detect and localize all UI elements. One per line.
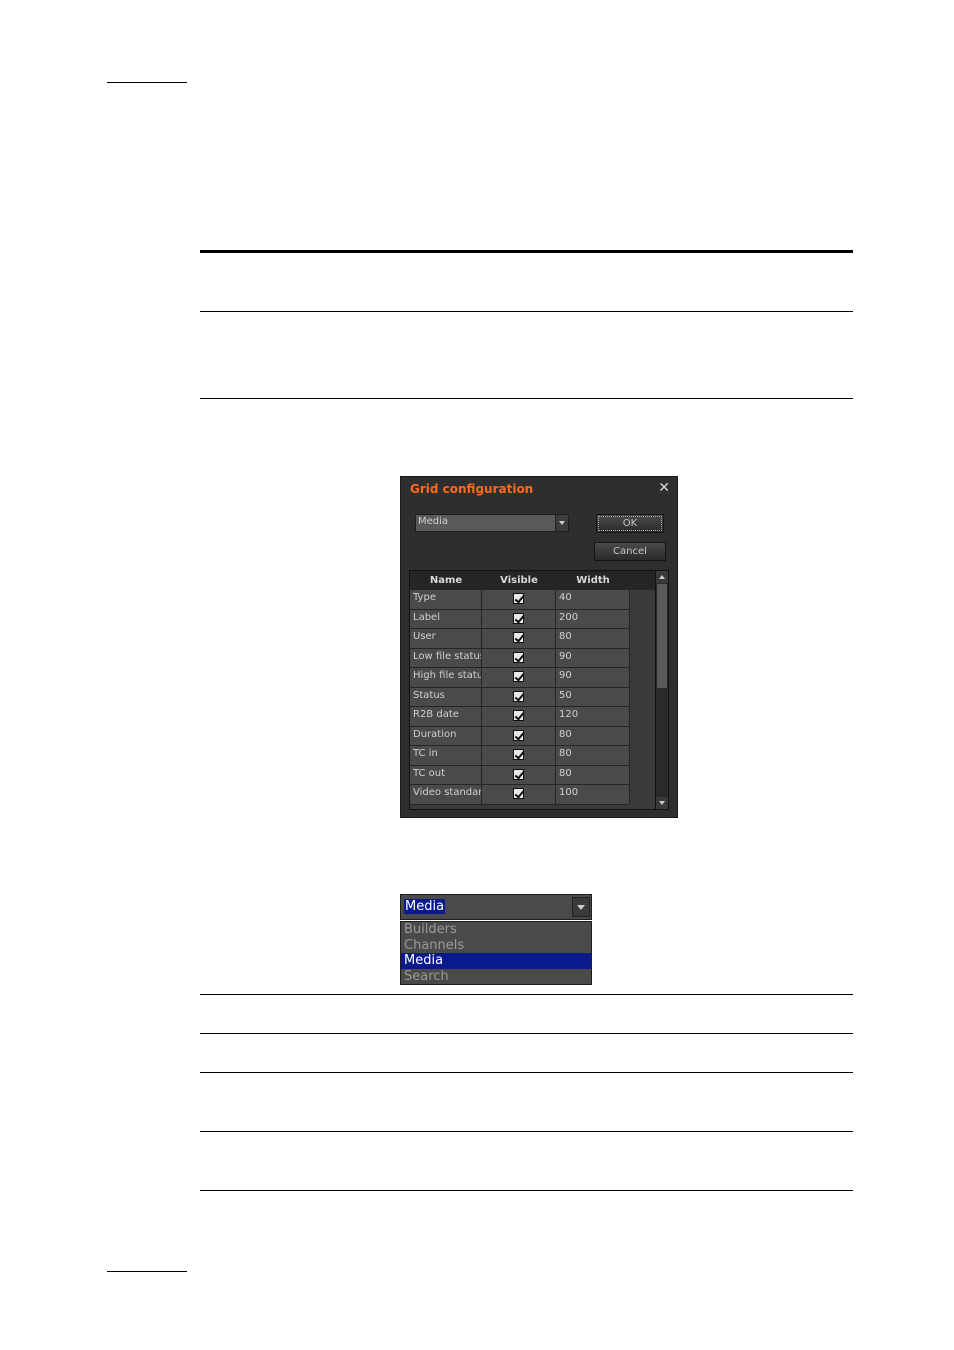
table-rule [200, 398, 853, 399]
table-row[interactable]: High file status 90 [410, 668, 630, 688]
row-width[interactable]: 100 [556, 785, 630, 804]
table-row[interactable]: Label 200 [410, 609, 630, 629]
row-name: Type [410, 590, 482, 609]
table-row[interactable]: Duration 80 [410, 726, 630, 746]
dialog-title: Grid configuration [410, 482, 534, 496]
combo-option[interactable]: Search [401, 969, 591, 985]
close-icon[interactable]: ✕ [658, 480, 670, 496]
row-visible-cell [482, 707, 556, 726]
scroll-down-icon[interactable] [656, 797, 668, 809]
grid-header: Name Visible Width [410, 571, 657, 590]
header-rule [107, 82, 187, 83]
scroll-up-icon[interactable] [656, 571, 668, 583]
row-visible-cell [482, 668, 556, 687]
row-width[interactable]: 90 [556, 668, 630, 687]
column-grid: Name Visible Width Type 40 Label 200 User 80 L… [409, 570, 669, 810]
footer-rule [107, 1271, 187, 1272]
table-row[interactable]: TC out 80 [410, 765, 630, 785]
row-name: Video standard [410, 785, 482, 804]
row-width[interactable]: 50 [556, 687, 630, 706]
table-row[interactable]: Low file status 90 [410, 648, 630, 668]
row-visible-cell [482, 648, 556, 667]
table-row[interactable]: TC in 80 [410, 746, 630, 766]
table-rule [200, 994, 853, 995]
column-header-width[interactable]: Width [556, 575, 630, 586]
row-name: TC in [410, 746, 482, 765]
table-rule [200, 1072, 853, 1073]
visible-checkbox[interactable] [513, 749, 524, 760]
visible-checkbox[interactable] [513, 788, 524, 799]
row-width[interactable]: 80 [556, 765, 630, 784]
row-name: Label [410, 609, 482, 628]
row-name: TC out [410, 765, 482, 784]
row-name: Duration [410, 726, 482, 745]
row-visible-cell [482, 687, 556, 706]
visible-checkbox[interactable] [513, 632, 524, 643]
grid-configuration-dialog: Grid configuration ✕ Media OK Cancel Nam… [400, 476, 678, 818]
combo-option[interactable]: Media [401, 953, 591, 969]
chevron-down-icon[interactable] [572, 897, 590, 917]
visible-checkbox[interactable] [513, 710, 524, 721]
row-width[interactable]: 80 [556, 629, 630, 648]
combo-option[interactable]: Builders [401, 922, 591, 938]
table-row[interactable]: Type 40 [410, 590, 630, 610]
row-visible-cell [482, 765, 556, 784]
row-width[interactable]: 40 [556, 590, 630, 609]
table-top-rule [200, 250, 853, 253]
table-row[interactable]: Status 50 [410, 687, 630, 707]
visible-checkbox[interactable] [513, 729, 524, 741]
row-width[interactable]: 90 [556, 648, 630, 667]
scroll-thumb[interactable] [657, 584, 667, 688]
visible-checkbox[interactable] [513, 690, 524, 702]
table-row[interactable]: Video standard 100 [410, 785, 630, 805]
ok-button[interactable]: OK [596, 514, 664, 533]
grid-rows: Type 40 Label 200 User 80 Low file status 90 Hig… [410, 590, 630, 805]
grid-scrollbar[interactable] [655, 571, 668, 809]
row-width[interactable]: 80 [556, 726, 630, 745]
profile-select-value: Media [418, 516, 449, 527]
profile-combo[interactable]: Media [400, 894, 592, 920]
row-name: User [410, 629, 482, 648]
row-width[interactable]: 200 [556, 609, 630, 628]
cancel-button[interactable]: Cancel [594, 542, 666, 561]
row-name: High file status [410, 668, 482, 687]
combo-option[interactable]: Channels [401, 938, 591, 954]
row-visible-cell [482, 785, 556, 804]
visible-checkbox[interactable] [513, 651, 524, 663]
chevron-down-icon[interactable] [555, 515, 568, 531]
table-rule [200, 311, 853, 312]
table-rule [200, 1190, 853, 1191]
row-width[interactable]: 80 [556, 746, 630, 765]
row-name: Low file status [410, 648, 482, 667]
profile-select[interactable]: Media [415, 514, 569, 532]
table-row[interactable]: R2B date 120 [410, 707, 630, 727]
row-visible-cell [482, 590, 556, 609]
table-row[interactable]: User 80 [410, 629, 630, 649]
combo-value: Media [404, 899, 446, 914]
row-visible-cell [482, 746, 556, 765]
row-name: Status [410, 687, 482, 706]
combo-options-list: Builders Channels Media Search [400, 921, 592, 985]
row-visible-cell [482, 609, 556, 628]
visible-checkbox[interactable] [513, 671, 524, 682]
table-rule [200, 1131, 853, 1132]
row-width[interactable]: 120 [556, 707, 630, 726]
row-name: R2B date [410, 707, 482, 726]
row-visible-cell [482, 629, 556, 648]
column-header-name[interactable]: Name [410, 575, 482, 586]
visible-checkbox[interactable] [513, 768, 524, 780]
column-header-visible[interactable]: Visible [482, 575, 556, 586]
table-rule [200, 1033, 853, 1034]
visible-checkbox[interactable] [513, 612, 524, 624]
visible-checkbox[interactable] [513, 593, 524, 604]
row-visible-cell [482, 726, 556, 745]
